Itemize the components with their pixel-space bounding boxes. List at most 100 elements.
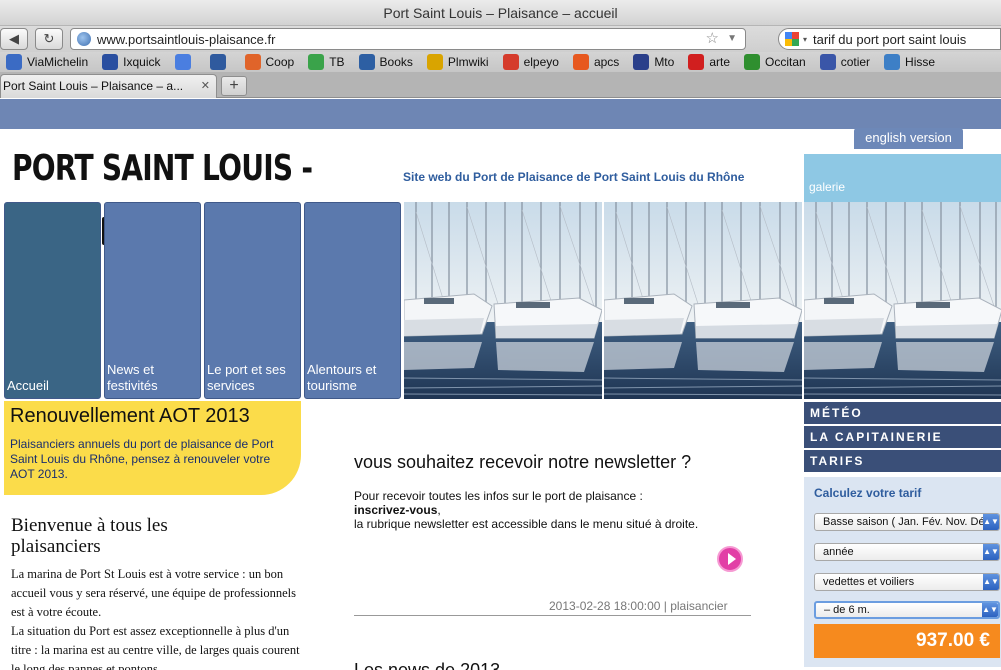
bookmark-item[interactable]: Hisse	[884, 54, 935, 70]
bookmark-label: Coop	[265, 55, 295, 69]
nav-tile-port[interactable]: Le port et ses services	[204, 202, 301, 399]
tab-strip: Port Saint Louis – Plaisance – a... ✕ +	[0, 72, 1001, 98]
bookmark-label: Occitan	[765, 55, 806, 69]
tab-close-icon[interactable]: ✕	[201, 75, 210, 97]
play-arrow-icon	[727, 553, 736, 565]
post-meta: 2013-02-28 18:00:00 | plaisancier	[549, 599, 728, 613]
search-query: tarif du port port saint louis	[813, 31, 967, 47]
viamichelin-icon	[6, 54, 22, 70]
elpeyo-icon	[502, 54, 519, 70]
english-version-link[interactable]: english version	[854, 128, 963, 149]
welcome-paragraph: La marina de Port St Louis est à votre s…	[11, 567, 296, 619]
bookmark-item[interactable]: elpeyo	[502, 54, 559, 70]
marina-photo[interactable]	[604, 202, 802, 399]
length-value: – de 6 m.	[824, 604, 870, 616]
tariff-calculator: Calculez votre tarif Basse saison ( Jan.…	[804, 477, 1001, 667]
nav-label-accueil: Accueil	[7, 378, 49, 393]
bookmark-label: Plmwiki	[447, 55, 489, 69]
plmwiki-icon	[426, 54, 443, 70]
browser-toolbar: ◀ ↻ www.portsaintlouis-plaisance.fr ☆ ▼ …	[0, 26, 1001, 52]
new-tab-button[interactable]: +	[221, 76, 247, 96]
reload-icon: ↻	[43, 31, 55, 46]
bookmark-item[interactable]: Books	[358, 54, 413, 70]
bookmark-label: cotier	[840, 55, 871, 69]
aot-text: Plaisanciers annuels du port de plaisanc…	[10, 437, 274, 481]
galerie-link[interactable]: galerie	[804, 154, 1001, 202]
bookmark-label: Ixquick	[123, 55, 161, 69]
period-value: année	[823, 546, 854, 558]
occitan-icon	[744, 54, 761, 70]
divider	[354, 615, 751, 616]
bookmark-item[interactable]: Mto	[633, 54, 674, 70]
menu-meteo[interactable]: MÉTÉO	[804, 402, 1001, 424]
season-value: Basse saison ( Jan. Fév. Nov. Déc.)	[823, 516, 997, 528]
ixquick-icon	[102, 54, 119, 70]
bookmark-item[interactable]: Ixquick	[102, 54, 161, 70]
marina-photo[interactable]	[404, 202, 602, 399]
bookmark-item[interactable]	[209, 54, 231, 70]
read-more-button[interactable]	[717, 546, 743, 572]
bookmark-item[interactable]: apcs	[572, 54, 620, 70]
galerie-label: galerie	[809, 180, 846, 194]
period-select[interactable]: année ▲▼	[814, 543, 1000, 561]
calculator-title: Calculez votre tarif	[814, 486, 922, 500]
welcome-text: La marina de Port St Louis est à votre s…	[11, 565, 301, 670]
reload-button[interactable]: ↻	[35, 28, 63, 50]
newsletter-body: Pour recevoir toutes les infos sur le po…	[354, 489, 774, 531]
boat-type-select[interactable]: vedettes et voiliers ▲▼	[814, 573, 1000, 591]
google-icon	[174, 54, 191, 70]
bookmark-label: TB	[329, 55, 345, 69]
site-title: PORT SAINT LOUIS -	[12, 148, 313, 189]
back-button[interactable]: ◀	[0, 28, 28, 50]
bookmark-item[interactable]: cotier	[819, 54, 871, 70]
nav-label-port: Le port et ses services	[207, 362, 286, 393]
tab-active[interactable]: Port Saint Louis – Plaisance – a... ✕	[0, 74, 217, 98]
welcome-paragraph: La situation du Port est assez exception…	[11, 624, 300, 670]
address-bar[interactable]: www.portsaintlouis-plaisance.fr ☆ ▼	[70, 28, 746, 50]
tab-title: Port Saint Louis – Plaisance – a...	[3, 79, 184, 93]
menu-tarifs[interactable]: TARIFS	[804, 450, 1001, 472]
bookmark-item[interactable]: Coop	[244, 54, 295, 70]
search-bar[interactable]: ▾ tarif du port port saint louis	[778, 28, 1001, 50]
bookmark-item[interactable]: Occitan	[744, 54, 806, 70]
bookmark-label: apcs	[593, 55, 620, 69]
site-subtitle: Site web du Port de Plaisance de Port Sa…	[403, 170, 745, 184]
hisse-icon	[884, 54, 901, 70]
bookmark-item[interactable]: arte	[688, 54, 730, 70]
length-select[interactable]: – de 6 m. ▲▼	[814, 601, 1000, 619]
bookmark-label: Mto	[654, 55, 675, 69]
bookmark-label: elpeyo	[523, 55, 559, 69]
bookmark-item[interactable]: ViaMichelin	[6, 54, 88, 70]
bookmark-item[interactable]: TB	[308, 54, 345, 70]
bookmark-label: arte	[709, 55, 731, 69]
cotier-icon	[819, 54, 836, 70]
bookmark-label: Hisse	[905, 55, 936, 69]
select-arrows-icon: ▲▼	[982, 603, 998, 617]
select-arrows-icon: ▲▼	[983, 544, 999, 560]
marina-photo[interactable]	[804, 202, 1001, 399]
marina-illustration	[604, 202, 802, 399]
tb-icon	[308, 54, 325, 70]
bookmark-item[interactable]: Plmwiki	[426, 54, 489, 70]
nav-tile-news[interactable]: News et festivités	[104, 202, 201, 399]
newsletter-comma: ,	[437, 503, 441, 517]
newsletter-line: la rubrique newsletter est accessible da…	[354, 517, 699, 531]
back-arrow-icon: ◀	[9, 31, 19, 46]
subscribe-link[interactable]: inscrivez-vous	[354, 503, 437, 517]
aot-notice: Renouvellement AOT 2013 Plaisanciers ann…	[4, 401, 301, 495]
bookmarks-bar: ViaMichelin Ixquick Coop TB Books Plmwiki elpe…	[0, 52, 1001, 72]
marina-illustration	[404, 202, 602, 399]
season-select[interactable]: Basse saison ( Jan. Fév. Nov. Déc.) ▲▼	[814, 513, 1000, 531]
bookmark-label: Books	[379, 55, 413, 69]
nav-tile-accueil[interactable]: Accueil	[4, 202, 107, 399]
nav-label-news: News et festivités	[107, 362, 158, 393]
marina-illustration	[804, 202, 1001, 399]
nav-tile-alentours[interactable]: Alentours et tourisme	[304, 202, 401, 399]
url-dropdown-icon[interactable]: ▼	[727, 29, 737, 49]
bookmark-item[interactable]	[174, 54, 196, 70]
menu-capitainerie[interactable]: LA CAPITAINERIE	[804, 426, 1001, 448]
window-title: Port Saint Louis – Plaisance – accueil	[0, 0, 1001, 26]
bookmark-label: ViaMichelin	[27, 55, 89, 69]
bookmark-star-icon[interactable]: ☆	[706, 29, 719, 49]
aot-title: Renouvellement AOT 2013	[10, 405, 250, 427]
